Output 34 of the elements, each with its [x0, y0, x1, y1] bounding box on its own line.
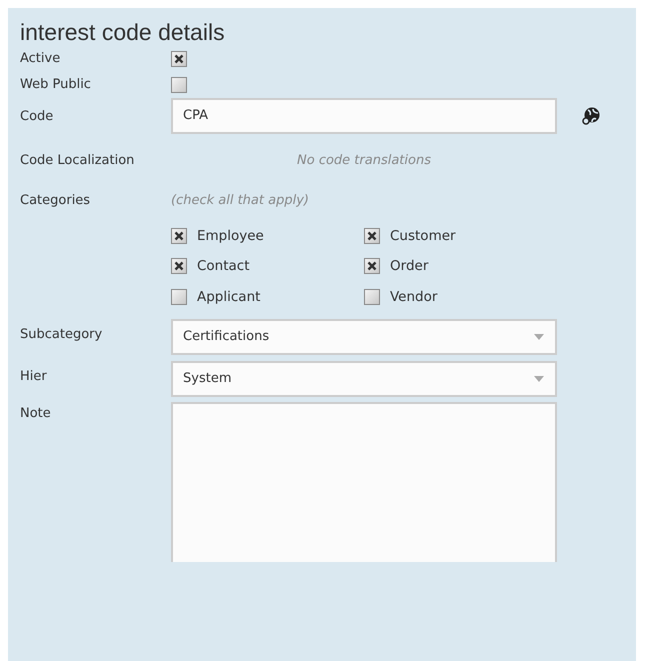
checkbox[interactable]: [364, 228, 380, 244]
cross-mark-icon: [367, 261, 377, 272]
cross-mark-icon: [174, 231, 184, 242]
checkbox[interactable]: [364, 288, 380, 305]
field-label: Web Public: [20, 76, 92, 94]
subcategory-dropdown[interactable]: Certifications: [171, 318, 557, 355]
option-label: Vendor: [390, 288, 438, 306]
field-label: Subcategory: [20, 326, 104, 344]
option-label: Employee: [197, 227, 264, 246]
checkbox[interactable]: [171, 228, 187, 244]
cross-mark-icon: [367, 231, 377, 242]
option-label: Contact: [197, 257, 250, 276]
form-title: interest code details: [20, 18, 226, 46]
option-label: Applicant: [197, 288, 260, 306]
field-label: Active: [20, 50, 62, 68]
hier-dropdown[interactable]: System: [171, 360, 557, 397]
checkbox[interactable]: [171, 77, 187, 93]
field-label: Categories: [20, 192, 92, 210]
field-label: Note: [20, 404, 52, 423]
checkbox[interactable]: [171, 258, 187, 274]
cross-mark-icon: [174, 54, 184, 64]
code-field[interactable]: CPA: [171, 98, 557, 134]
checkbox[interactable]: [171, 288, 187, 305]
no-translations-message: No code translations: [296, 152, 432, 170]
checkbox[interactable]: [171, 51, 187, 67]
option-label: Customer: [390, 227, 456, 246]
instruction-text: (check all that apply): [171, 192, 309, 210]
checkbox[interactable]: [364, 258, 380, 274]
option-label: Order: [390, 257, 428, 276]
field-label: Code Localization: [20, 152, 136, 170]
field-label: Code: [20, 108, 54, 126]
globe-icon[interactable]: [581, 106, 601, 126]
field-label: Hier: [20, 368, 48, 386]
cross-mark-icon: [174, 261, 184, 272]
